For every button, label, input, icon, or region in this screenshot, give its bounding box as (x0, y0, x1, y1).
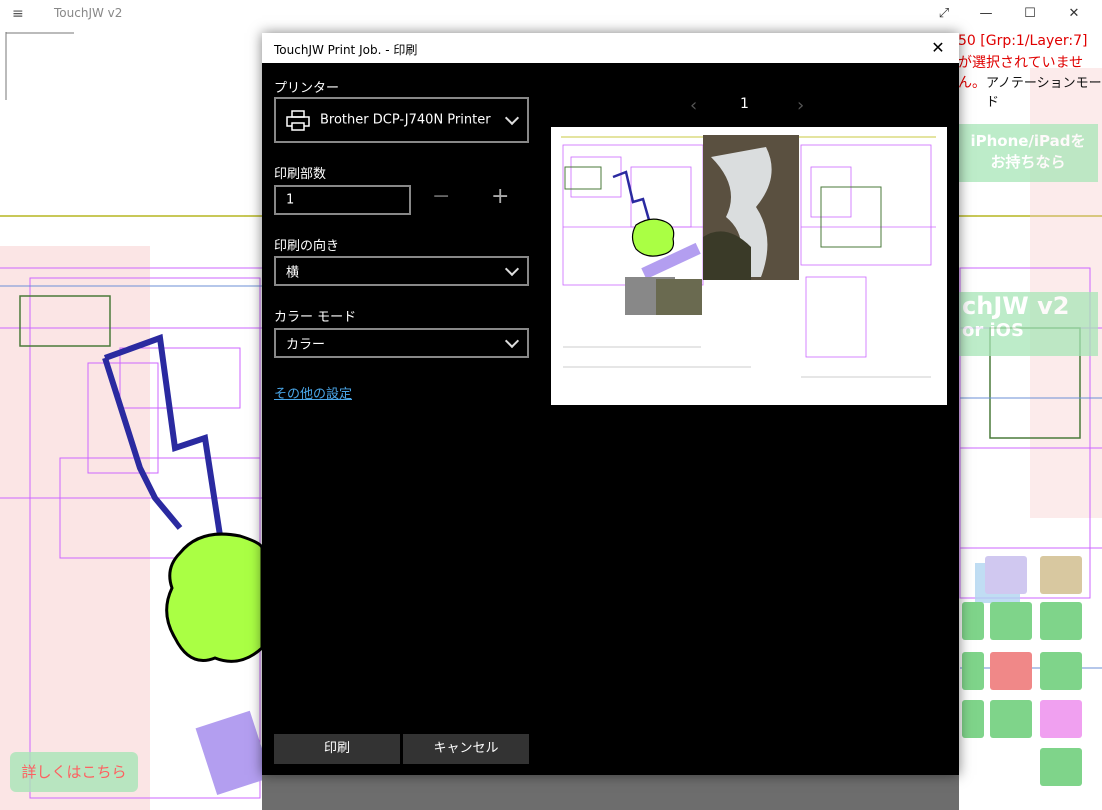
print-dialog: TouchJW Print Job. - 印刷 ✕ プリンター Brother … (262, 33, 959, 775)
print-button[interactable]: 印刷 (274, 734, 400, 764)
preview-drawing (551, 127, 947, 405)
maximize-icon[interactable]: ☐ (1016, 4, 1044, 24)
promo-banner-mid[interactable]: chJW v2 or iOS (958, 292, 1098, 356)
page-number: 1 (740, 96, 749, 112)
window-close-icon[interactable]: ✕ (1060, 4, 1088, 24)
layer-status: 50 [Grp:1/Layer:7] (958, 33, 1088, 49)
print-preview (551, 127, 947, 405)
promo-line: iPhone/iPadを (970, 132, 1086, 150)
copies-label: 印刷部数 (274, 167, 327, 182)
printer-value: Brother DCP-J740N Printer (320, 112, 491, 128)
minimize-icon[interactable]: — (972, 4, 1000, 24)
zoom-out-icon[interactable] (1040, 700, 1082, 738)
increment-button[interactable]: + (491, 184, 509, 209)
more-settings-link[interactable]: その他の設定 (274, 383, 352, 402)
fullscreen-icon[interactable]: ⤢ (930, 4, 958, 24)
next-page-icon[interactable]: › (797, 95, 804, 116)
promo-line: chJW v2 (962, 292, 1070, 320)
app-title: TouchJW v2 (54, 6, 123, 20)
cancel-button[interactable]: キャンセル (403, 734, 529, 764)
chevron-down-icon (504, 261, 520, 277)
orientation-value: 横 (286, 265, 300, 281)
close-icon[interactable]: ✕ (925, 37, 951, 59)
copies-input[interactable]: 1 (274, 185, 411, 215)
promo-details-link[interactable]: 詳しくはこちら (10, 752, 138, 792)
tool-button[interactable] (985, 556, 1027, 594)
app-titlebar: ≡ TouchJW v2 ⤢ — ☐ ✕ (0, 0, 1102, 28)
printer-icon (286, 110, 310, 131)
previous-page-icon[interactable]: ‹ (690, 95, 697, 116)
hamburger-menu-icon[interactable]: ≡ (12, 6, 30, 22)
tool-button[interactable] (962, 700, 984, 738)
orientation-label: 印刷の向き (274, 239, 340, 254)
printer-select[interactable]: Brother DCP-J740N Printer (274, 97, 529, 143)
lock-icon[interactable] (990, 652, 1032, 690)
chevron-down-icon (504, 110, 520, 126)
chevron-down-icon (504, 333, 520, 349)
dialog-title: TouchJW Print Job. - 印刷 (274, 43, 418, 57)
dialog-titlebar: TouchJW Print Job. - 印刷 ✕ (262, 33, 959, 63)
color-mode-label: カラー モード (274, 310, 357, 325)
tool-button[interactable] (1040, 556, 1082, 594)
mode-indicator: アノテーションモード (986, 76, 1102, 110)
decrement-button[interactable]: − (432, 184, 450, 209)
copy-tool-icon[interactable] (990, 602, 1032, 640)
orientation-select[interactable]: 横 (274, 256, 529, 286)
tool-button[interactable] (962, 652, 984, 690)
promo-line: お持ちなら (990, 153, 1066, 171)
tool-button[interactable] (962, 602, 984, 640)
copies-value: 1 (286, 192, 295, 208)
color-mode-value: カラー (286, 337, 326, 353)
save-icon[interactable] (990, 700, 1032, 738)
color-mode-select[interactable]: カラー (274, 328, 529, 358)
tool-button[interactable] (1040, 748, 1082, 786)
zoom-in-icon[interactable] (1040, 652, 1082, 690)
tool-button[interactable] (1040, 602, 1082, 640)
promo-banner-top[interactable]: iPhone/iPadを お持ちなら (958, 124, 1098, 182)
promo-line: or iOS (962, 320, 1024, 341)
printer-label: プリンター (274, 81, 340, 96)
